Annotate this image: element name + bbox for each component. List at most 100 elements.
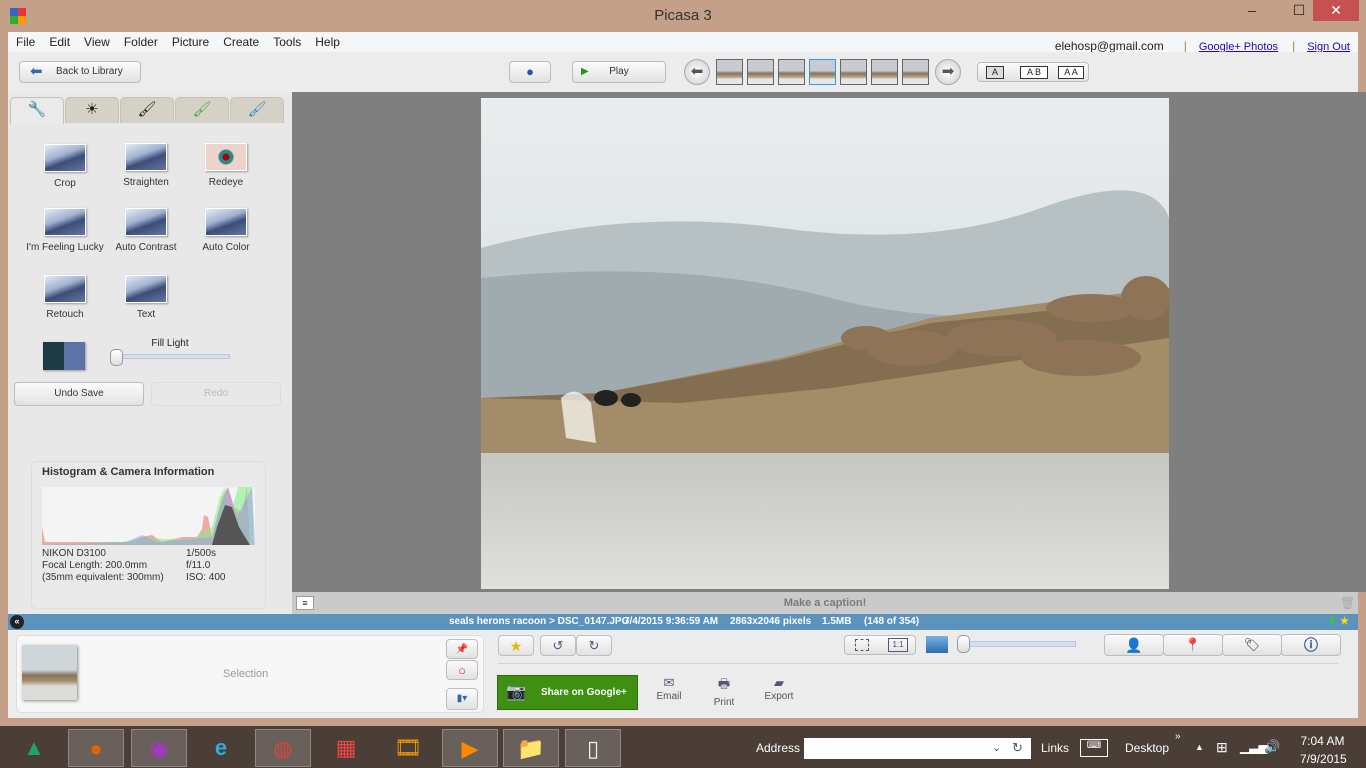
feeling-lucky-tool[interactable]: I'm Feeling Lucky <box>20 208 110 253</box>
minimize-button[interactable]: – <box>1229 0 1275 21</box>
volume-icon[interactable]: 🔊 <box>1264 739 1280 755</box>
document-taskbar-icon[interactable]: ▯ <box>565 729 621 767</box>
apps-taskbar-icon[interactable]: ▦ <box>318 729 374 767</box>
layout-before-after-button[interactable]: A A <box>1058 66 1084 79</box>
album-dropdown-button[interactable]: ▮▾ <box>446 688 478 710</box>
file-explorer-taskbar-icon[interactable]: 📁 <box>503 729 559 767</box>
google-drive-taskbar-icon[interactable]: ▲ <box>6 729 62 767</box>
filmstrip-thumb[interactable] <box>840 59 867 85</box>
hold-pin-button[interactable]: 📌 <box>446 639 478 659</box>
retouch-tool[interactable]: Retouch <box>20 275 110 320</box>
zoom-slider[interactable] <box>960 641 1076 647</box>
clock-date: 7/9/2015 <box>1300 752 1347 766</box>
star-button[interactable]: ★ <box>498 635 534 656</box>
redeye-tool[interactable]: Redeye <box>181 143 271 188</box>
caption-input[interactable]: Make a caption! <box>784 597 867 609</box>
tags-button[interactable]: 🏷 <box>1222 634 1282 656</box>
undo-save-button[interactable]: Undo Save <box>14 382 144 406</box>
menu-picture[interactable]: Picture <box>164 32 215 49</box>
rotate-left-icon: ↺ <box>552 638 564 653</box>
camera-model: NIKON D3100 <box>42 548 106 559</box>
fill-light-slider[interactable] <box>115 354 230 359</box>
tab-basic-fixes[interactable]: 🔧 <box>10 97 64 124</box>
filmstrip-thumb[interactable] <box>871 59 898 85</box>
links-toolbar[interactable]: Links <box>1041 741 1069 755</box>
fill-light-slider-handle[interactable] <box>110 349 123 366</box>
print-button[interactable]: 🖶 Print <box>705 675 743 708</box>
layout-compare-button[interactable]: A B <box>1020 66 1048 79</box>
status-dimensions: 2863x2046 pixels <box>730 616 812 627</box>
text-abc-icon <box>125 275 167 303</box>
share-google-plus-button[interactable]: 📷 Share on Google+ <box>497 675 638 710</box>
filmstrip-thumb[interactable] <box>747 59 774 85</box>
crop-tool[interactable]: Crop <box>20 144 110 189</box>
straighten-tool[interactable]: Straighten <box>101 143 191 188</box>
text-tool[interactable]: Text <box>101 275 191 320</box>
collapse-icon[interactable]: « <box>10 615 24 629</box>
next-photo-button[interactable]: ➡ <box>935 59 961 85</box>
windows-flag-icon[interactable]: ⊞ <box>1216 739 1228 756</box>
tab-tuning[interactable]: ☀ <box>65 97 119 123</box>
filmstrip-thumb[interactable] <box>902 59 929 85</box>
people-button[interactable]: 👤 <box>1104 634 1164 656</box>
star-icon: ★ <box>509 638 523 654</box>
tool-label: Retouch <box>46 309 84 320</box>
zoom-slider-handle[interactable] <box>957 635 970 653</box>
play-button[interactable]: ▶ Play <box>572 61 666 83</box>
filmstrip-thumb[interactable] <box>716 59 743 85</box>
export-label: Export <box>764 691 794 702</box>
filmstrip-thumb[interactable] <box>778 59 805 85</box>
keyboard-icon[interactable]: ⌨ <box>1080 739 1108 757</box>
tab-effects-2[interactable]: 🖌 <box>175 97 229 123</box>
close-button[interactable]: ✕ <box>1313 0 1359 21</box>
menu-edit[interactable]: Edit <box>41 32 76 49</box>
fit-to-window-button[interactable] <box>855 639 869 651</box>
desktop-toolbar[interactable]: Desktop <box>1125 741 1169 755</box>
menu-file[interactable]: File <box>8 32 41 49</box>
filmstrip-thumb-current[interactable] <box>809 59 836 85</box>
tag-icon: 🏷 <box>1243 637 1261 652</box>
chrome-taskbar-icon[interactable]: ◍ <box>255 729 311 767</box>
places-button[interactable]: 📍 <box>1163 634 1223 656</box>
back-to-library-button[interactable]: ⬅ Back to Library <box>19 61 141 83</box>
menu-help[interactable]: Help <box>307 32 346 49</box>
caption-toggle-icon[interactable]: ≡ <box>296 596 314 610</box>
rotate-right-button[interactable]: ↻ <box>576 635 612 656</box>
selection-thumbnail[interactable] <box>22 645 77 700</box>
auto-color-tool[interactable]: Auto Color <box>181 208 271 253</box>
menu-view[interactable]: View <box>76 32 116 49</box>
trash-icon[interactable]: 🗑 <box>1340 596 1355 610</box>
show-hidden-icons[interactable]: ▲ <box>1195 742 1204 752</box>
tab-effects-3[interactable]: 🖌 <box>230 97 284 123</box>
auto-contrast-tool[interactable]: Auto Contrast <box>101 208 191 253</box>
actual-size-button[interactable]: 1:1 <box>888 638 908 652</box>
clear-selection-button[interactable]: ○ <box>446 660 478 680</box>
auto-contrast-icon <box>125 208 167 236</box>
geotag-globe-button[interactable]: ● <box>509 61 551 83</box>
email-button[interactable]: ✉ Email <box>650 675 688 702</box>
photo-image[interactable] <box>481 98 1169 589</box>
menu-folder[interactable]: Folder <box>116 32 164 49</box>
internet-explorer-taskbar-icon[interactable]: e <box>193 729 249 767</box>
dropdown-chevron-icon[interactable]: ⌄ <box>992 741 1001 754</box>
picasa-taskbar-icon[interactable]: ◉ <box>131 729 187 767</box>
menu-tools[interactable]: Tools <box>265 32 307 49</box>
menu-create[interactable]: Create <box>215 32 265 49</box>
star-icon[interactable]: ★ <box>1340 614 1349 630</box>
movie-maker-taskbar-icon[interactable]: 🎞 <box>380 729 436 767</box>
rotate-left-button[interactable]: ↺ <box>540 635 576 656</box>
refresh-icon[interactable]: ↻ <box>1012 740 1023 756</box>
address-input[interactable]: ⌄ ↻ <box>804 738 1031 759</box>
toolbar-overflow-icon[interactable]: » <box>1175 731 1181 742</box>
info-button[interactable]: ⓘ <box>1281 634 1341 656</box>
tab-effects-1[interactable]: 🖌 <box>120 97 174 123</box>
layout-single-button[interactable]: A <box>986 66 1004 79</box>
export-button[interactable]: ▰ Export <box>758 675 800 702</box>
selection-label: Selection <box>223 668 269 680</box>
previous-photo-button[interactable]: ⬅ <box>684 59 710 85</box>
upload-arrow-icon[interactable]: ⬆ <box>1328 614 1336 630</box>
media-player-taskbar-icon[interactable]: ▶ <box>442 729 498 767</box>
clock[interactable]: 7:04 AM 7/9/2015 <box>1300 734 1347 766</box>
firefox-taskbar-icon[interactable]: ● <box>68 729 124 767</box>
redo-button[interactable]: Redo <box>151 382 281 406</box>
